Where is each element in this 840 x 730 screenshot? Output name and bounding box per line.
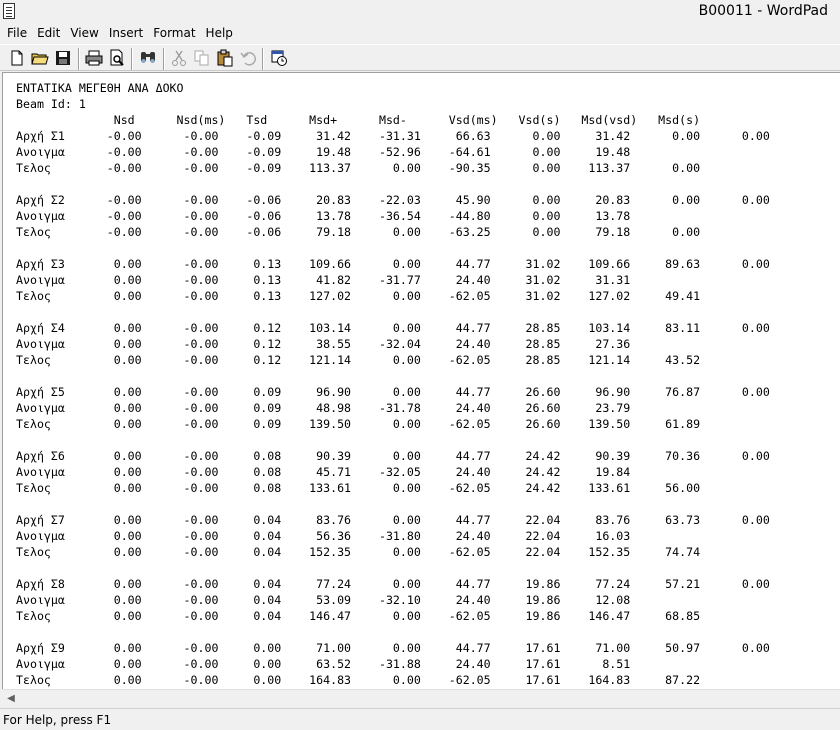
document-line: Ανοιγμα 0.00 -0.00 0.04 56.36 -31.80 24.…	[16, 529, 631, 543]
title-bar: B00011 - WordPad	[0, 0, 840, 24]
document-line: Τελος 0.00 -0.00 0.04 152.35 0.00 -62.05…	[16, 545, 701, 559]
toolbar-separator	[262, 48, 264, 70]
document-text[interactable]: ΕΝΤΑΤΙΚΑ ΜΕΓΕΘΗ ΑΝΑ ΔΟΚΟ Beam Id: 1 Nsd N…	[16, 80, 770, 688]
document-line: Τελος -0.00 -0.00 -0.09 113.37 0.00 -90.…	[16, 161, 701, 175]
scroll-left-arrow-icon[interactable]: ◀	[4, 692, 18, 706]
document-line: Αρχή Σ8 0.00 -0.00 0.04 77.24 0.00 44.77…	[16, 577, 770, 591]
document-line: Τελος -0.00 -0.00 -0.06 79.18 0.00 -63.2…	[16, 225, 701, 239]
open-button[interactable]	[30, 48, 50, 68]
menu-bar: File Edit View Insert Format Help	[0, 24, 840, 43]
document-line: Αρχή Σ3 0.00 -0.00 0.13 109.66 0.00 44.7…	[16, 257, 770, 271]
datetime-button[interactable]	[269, 48, 289, 68]
document-line: Nsd Nsd(ms) Tsd Msd+ Msd- Vsd(ms) Vsd(s)…	[16, 113, 701, 127]
menu-format[interactable]: Format	[148, 24, 200, 43]
undo-button[interactable]	[238, 48, 258, 68]
document-area[interactable]: ΕΝΤΑΤΙΚΑ ΜΕΓΕΘΗ ΑΝΑ ΔΟΚΟ Beam Id: 1 Nsd N…	[2, 72, 840, 689]
menu-edit[interactable]: Edit	[32, 24, 65, 43]
print-preview-button[interactable]	[107, 48, 127, 68]
toolbar-separator	[78, 48, 80, 70]
print-icon	[85, 50, 103, 66]
document-line: Τελος 0.00 -0.00 0.08 133.61 0.00 -62.05…	[16, 481, 701, 495]
window-title: B00011 - WordPad	[698, 3, 828, 19]
document-line: Ανοιγμα 0.00 -0.00 0.09 48.98 -31.78 24.…	[16, 401, 631, 415]
document-line: Ανοιγμα -0.00 -0.00 -0.06 13.78 -36.54 -…	[16, 209, 631, 223]
toolbar-separator	[131, 48, 133, 70]
new-button[interactable]	[7, 48, 27, 68]
document-line: Αρχή Σ4 0.00 -0.00 0.12 103.14 0.00 44.7…	[16, 321, 770, 335]
menu-file[interactable]: File	[2, 24, 32, 43]
document-line: Αρχή Σ9 0.00 -0.00 0.00 71.00 0.00 44.77…	[16, 641, 770, 655]
copy-button[interactable]	[192, 48, 212, 68]
undo-icon	[240, 52, 257, 66]
document-line: Τελος 0.00 -0.00 0.12 121.14 0.00 -62.05…	[16, 353, 701, 367]
menu-view[interactable]: View	[65, 24, 103, 43]
document-line: Τελος 0.00 -0.00 0.09 139.50 0.00 -62.05…	[16, 417, 701, 431]
document-line: Ανοιγμα 0.00 -0.00 0.12 38.55 -32.04 24.…	[16, 337, 631, 351]
toolbar-separator	[163, 48, 165, 70]
print-button[interactable]	[84, 48, 104, 68]
status-text: For Help, press F1	[3, 713, 112, 727]
horizontal-scrollbar[interactable]: ◀	[2, 689, 840, 707]
status-bar: For Help, press F1	[0, 708, 840, 730]
document-line: Τελος 0.00 -0.00 0.13 127.02 0.00 -62.05…	[16, 289, 701, 303]
paste-icon	[217, 49, 233, 67]
document-line: Αρχή Σ2 -0.00 -0.00 -0.06 20.83 -22.03 4…	[16, 193, 770, 207]
print-preview-icon	[110, 49, 124, 66]
cut-icon	[172, 50, 186, 66]
datetime-icon	[271, 50, 287, 66]
menu-help[interactable]: Help	[201, 24, 238, 43]
cut-button[interactable]	[169, 48, 189, 68]
document-line: ΕΝΤΑΤΙΚΑ ΜΕΓΕΘΗ ΑΝΑ ΔΟΚΟ	[16, 81, 184, 95]
document-line: Αρχή Σ5 0.00 -0.00 0.09 96.90 0.00 44.77…	[16, 385, 770, 399]
document-line: Ανοιγμα 0.00 -0.00 0.13 41.82 -31.77 24.…	[16, 273, 631, 287]
paste-button[interactable]	[215, 48, 235, 68]
save-icon	[56, 51, 70, 65]
copy-icon	[194, 50, 209, 66]
find-button[interactable]	[138, 48, 158, 68]
menu-insert[interactable]: Insert	[104, 24, 148, 43]
document-line: Beam Id: 1	[16, 97, 86, 111]
document-line: Ανοιγμα 0.00 -0.00 0.08 45.71 -32.05 24.…	[16, 465, 631, 479]
new-icon	[11, 50, 23, 66]
document-line: Τελος 0.00 -0.00 0.00 164.83 0.00 -62.05…	[16, 673, 701, 687]
document-line: Ανοιγμα 0.00 -0.00 0.04 53.09 -32.10 24.…	[16, 593, 631, 607]
document-line: Ανοιγμα -0.00 -0.00 -0.09 19.48 -52.96 -…	[16, 145, 631, 159]
document-line: Αρχή Σ6 0.00 -0.00 0.08 90.39 0.00 44.77…	[16, 449, 770, 463]
find-icon	[141, 52, 155, 63]
save-button[interactable]	[53, 48, 73, 68]
document-line: Αρχή Σ7 0.00 -0.00 0.04 83.76 0.00 44.77…	[16, 513, 770, 527]
toolbar	[0, 44, 840, 71]
document-line: Αρχή Σ1 -0.00 -0.00 -0.09 31.42 -31.31 6…	[16, 129, 770, 143]
document-line: Τελος 0.00 -0.00 0.04 146.47 0.00 -62.05…	[16, 609, 701, 623]
document-line: Ανοιγμα 0.00 -0.00 0.00 63.52 -31.88 24.…	[16, 657, 631, 671]
open-icon	[31, 53, 49, 65]
